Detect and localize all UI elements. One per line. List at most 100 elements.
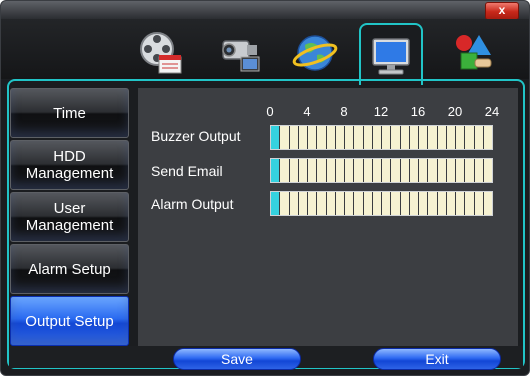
schedule-cell[interactable]	[419, 126, 429, 149]
schedule-cell[interactable]	[354, 159, 364, 182]
schedule-cell[interactable]	[280, 126, 290, 149]
schedule-cell[interactable]	[428, 192, 438, 215]
schedule-cell[interactable]	[474, 159, 484, 182]
sidebar-item-time[interactable]: Time	[10, 88, 129, 138]
schedule-cell[interactable]	[456, 126, 466, 149]
schedule-cell[interactable]	[474, 126, 484, 149]
schedule-cell[interactable]	[271, 126, 281, 149]
hour-label-24: 24	[484, 104, 500, 119]
schedule-cell[interactable]	[335, 126, 345, 149]
schedule-cell[interactable]	[363, 159, 373, 182]
schedule-cell[interactable]	[280, 192, 290, 215]
schedule-cell[interactable]	[382, 192, 392, 215]
schedule-cell[interactable]	[483, 126, 492, 149]
schedule-cell[interactable]	[437, 192, 447, 215]
hour-label-0: 0	[266, 104, 274, 119]
schedule-cell[interactable]	[308, 159, 318, 182]
schedule-cell[interactable]	[382, 126, 392, 149]
schedule-cell[interactable]	[354, 126, 364, 149]
schedule-cell[interactable]	[363, 192, 373, 215]
schedule-cell[interactable]	[483, 192, 492, 215]
sidebar-item-output-setup[interactable]: Output Setup	[10, 296, 129, 346]
schedule-cell[interactable]	[335, 192, 345, 215]
output-setup-window: x Time HDD Management User Management Al…	[0, 0, 530, 376]
schedule-cell[interactable]	[280, 159, 290, 182]
alarm-output-schedule-grid[interactable]	[270, 191, 493, 216]
schedule-cell[interactable]	[456, 192, 466, 215]
schedule-cell[interactable]	[289, 126, 299, 149]
sidebar-item-hdd-management[interactable]: HDD Management	[10, 140, 129, 190]
schedule-cell[interactable]	[289, 159, 299, 182]
schedule-cell[interactable]	[446, 159, 456, 182]
schedule-cell[interactable]	[400, 159, 410, 182]
schedule-cell[interactable]	[428, 126, 438, 149]
schedule-cell[interactable]	[465, 126, 475, 149]
schedule-cell[interactable]	[345, 192, 355, 215]
tab-record[interactable]	[133, 25, 189, 81]
send-email-schedule-grid[interactable]	[270, 158, 493, 183]
tab-camera[interactable]	[213, 25, 269, 81]
schedule-cell[interactable]	[446, 126, 456, 149]
schedule-cell[interactable]	[391, 126, 401, 149]
sidebar-item-label: Output Setup	[25, 312, 114, 330]
monitor-icon	[372, 38, 410, 75]
schedule-cell[interactable]	[419, 192, 429, 215]
schedule-cell[interactable]	[326, 192, 336, 215]
tab-network[interactable]	[287, 25, 343, 81]
schedule-cell[interactable]	[391, 192, 401, 215]
schedule-cell[interactable]	[400, 192, 410, 215]
save-button[interactable]: Save	[173, 348, 301, 370]
schedule-cell[interactable]	[391, 159, 401, 182]
schedule-cell[interactable]	[363, 126, 373, 149]
tab-system[interactable]	[359, 23, 423, 85]
hour-label-12: 12	[373, 104, 389, 119]
sidebar-item-user-management[interactable]: User Management	[10, 192, 129, 242]
schedule-cell[interactable]	[289, 192, 299, 215]
sidebar-item-alarm-setup[interactable]: Alarm Setup	[10, 244, 129, 294]
tools-shapes-icon	[456, 35, 492, 70]
schedule-cell[interactable]	[409, 192, 419, 215]
exit-button[interactable]: Exit	[373, 348, 501, 370]
sidebar-item-label: User Management	[25, 200, 114, 234]
buzzer-output-schedule-grid[interactable]	[270, 125, 493, 150]
schedule-cell[interactable]	[446, 192, 456, 215]
schedule-cell[interactable]	[437, 159, 447, 182]
schedule-cell[interactable]	[298, 192, 308, 215]
schedule-cell[interactable]	[326, 126, 336, 149]
schedule-cell[interactable]	[483, 159, 492, 182]
schedule-cell[interactable]	[317, 126, 327, 149]
hour-label-20: 20	[447, 104, 463, 119]
close-button[interactable]: x	[485, 2, 519, 20]
schedule-cell[interactable]	[317, 159, 327, 182]
schedule-cell[interactable]	[298, 159, 308, 182]
schedule-cell[interactable]	[428, 159, 438, 182]
schedule-cell[interactable]	[419, 159, 429, 182]
schedule-cell[interactable]	[335, 159, 345, 182]
schedule-cell[interactable]	[409, 159, 419, 182]
schedule-cell[interactable]	[465, 159, 475, 182]
schedule-cell[interactable]	[437, 126, 447, 149]
schedule-cell[interactable]	[456, 159, 466, 182]
schedule-cell[interactable]	[382, 159, 392, 182]
schedule-cell[interactable]	[474, 192, 484, 215]
schedule-cell[interactable]	[298, 126, 308, 149]
title-bar	[1, 1, 529, 19]
schedule-cell[interactable]	[372, 126, 382, 149]
schedule-cell[interactable]	[271, 192, 281, 215]
schedule-cell[interactable]	[372, 159, 382, 182]
schedule-cell[interactable]	[372, 192, 382, 215]
tab-tools[interactable]	[445, 25, 501, 81]
schedule-cell[interactable]	[400, 126, 410, 149]
schedule-cell[interactable]	[354, 192, 364, 215]
schedule-cell[interactable]	[317, 192, 327, 215]
schedule-cell[interactable]	[326, 159, 336, 182]
schedule-cell[interactable]	[308, 192, 318, 215]
schedule-cell[interactable]	[345, 159, 355, 182]
schedule-cell[interactable]	[409, 126, 419, 149]
schedule-cell[interactable]	[271, 159, 281, 182]
tab-bar	[1, 19, 529, 85]
schedule-cell[interactable]	[345, 126, 355, 149]
globe-network-icon	[292, 35, 338, 71]
schedule-cell[interactable]	[308, 126, 318, 149]
schedule-cell[interactable]	[465, 192, 475, 215]
